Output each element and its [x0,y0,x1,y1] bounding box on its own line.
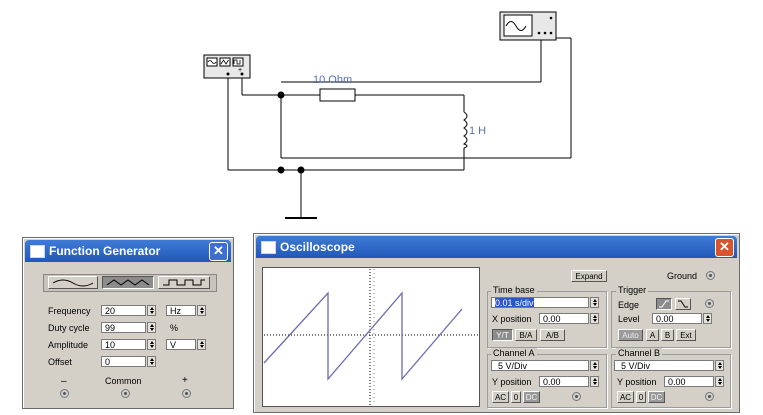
inductor-label: 1 H [469,125,486,137]
triangle-wave-button[interactable] [102,276,154,289]
function-generator-instrument-icon[interactable]: + [203,54,251,79]
channel-b-zero-button[interactable]: 0 [636,391,646,403]
oscilloscope-title: Oscilloscope [280,240,355,254]
ab-mode-button[interactable]: A/B [540,329,565,341]
waveform-selector [43,274,217,292]
offset-label: Offset [48,357,72,367]
channel-b-y-position-input[interactable]: 0.00 [664,376,714,387]
rising-edge-icon [659,300,669,308]
trigger-terminal[interactable] [705,299,714,308]
amplitude-unit-spinner[interactable] [197,339,206,350]
oscilloscope-window: Oscilloscope ✕ Expand Ground Time base 0… [253,233,740,413]
common-terminal-label: Common [105,376,142,386]
channel-a-zero-button[interactable]: 0 [511,391,521,403]
x-position-spinner[interactable] [590,313,599,324]
x-position-label: X position [492,314,532,324]
svg-text:+: + [238,67,242,74]
level-input[interactable]: 0.00 [652,313,702,324]
oscilloscope-screen [262,267,480,407]
triangle-wave-icon [106,279,150,286]
amplitude-unit-select[interactable]: V [166,339,196,350]
duty-cycle-spinner[interactable] [147,322,156,333]
function-generator-titlebar[interactable]: Function Generator ✕ [25,240,231,262]
ba-mode-button[interactable]: B/A [515,329,537,341]
resistor-component[interactable] [319,88,356,102]
common-terminal[interactable] [121,389,130,398]
channel-a-y-position-spinner[interactable] [590,376,599,387]
offset-input[interactable]: 0 [101,356,146,367]
falling-edge-icon [678,300,688,308]
channel-b-title: Channel B [616,348,663,358]
channel-a-ac-button[interactable]: AC [492,391,509,403]
oscilloscope-instrument-icon[interactable] [499,11,557,41]
circuit-wires [227,37,572,219]
window-icon [261,241,276,254]
channel-b-scale-input[interactable]: 5 V/Div [614,360,714,371]
plus-terminal-label: + [182,375,188,386]
minus-terminal[interactable] [60,389,69,398]
duty-cycle-input[interactable]: 99 [101,322,146,333]
junction-dot [277,166,285,174]
amplitude-spinner[interactable] [147,339,156,350]
sine-wave-button[interactable] [48,276,98,289]
frequency-unit-select[interactable]: Hz [166,305,196,316]
channel-b-ac-button[interactable]: AC [617,391,634,403]
offset-spinner[interactable] [147,356,156,367]
frequency-input[interactable]: 20 [101,305,146,316]
amplitude-label: Amplitude [48,340,89,350]
window-icon [30,245,45,258]
trigger-ext-button[interactable]: Ext [676,329,696,341]
channel-a-scale-input[interactable]: 5 V/Div [491,360,589,371]
square-wave-button[interactable] [158,276,210,289]
ground-terminal[interactable] [706,271,715,280]
duty-cycle-label: Duty cycle [48,323,90,333]
close-icon[interactable]: ✕ [209,242,228,261]
square-wave-icon [163,279,205,286]
channel-b-terminal[interactable] [705,392,714,401]
frequency-label: Frequency [48,306,91,316]
sine-wave-icon [52,279,94,287]
falling-edge-button[interactable] [675,298,691,310]
yt-mode-button[interactable]: Y/T [492,329,513,341]
ground-label: Ground [667,271,698,281]
duty-cycle-unit: % [170,323,179,333]
level-spinner[interactable] [703,313,712,324]
close-icon[interactable]: ✕ [715,238,734,257]
edge-label: Edge [618,300,640,310]
channel-a-title: Channel A [491,348,537,358]
trigger-a-button[interactable]: A [646,329,659,341]
trigger-title: Trigger [616,285,649,295]
channel-a-terminal[interactable] [572,392,581,401]
channel-b-y-position-label: Y position [617,377,657,387]
x-position-input[interactable]: 0.00 [539,313,589,324]
minus-terminal-label: – [61,376,67,387]
frequency-unit-spinner[interactable] [197,305,206,316]
level-label: Level [618,314,640,324]
expand-button[interactable]: Expand [571,270,607,282]
time-base-input[interactable]: 0.01 s/div [491,297,589,308]
plus-terminal[interactable] [182,389,191,398]
channel-a-dc-button[interactable]: DC [523,391,540,403]
function-generator-window: Function Generator ✕ Frequency 20 Hz Dut… [22,237,234,409]
channel-a-y-position-label: Y position [492,377,532,387]
time-base-title: Time base [491,285,537,295]
channel-a-y-position-input[interactable]: 0.00 [539,376,589,387]
function-generator-title: Function Generator [49,244,161,258]
rising-edge-button[interactable] [656,298,672,310]
frequency-spinner[interactable] [147,305,156,316]
circuit-schematic: + 10 Ohm 1 H [203,11,572,219]
inductor-component[interactable] [462,111,468,149]
channel-b-dc-button[interactable]: DC [648,391,665,403]
resistor-label: 10 Ohm [313,74,352,86]
oscilloscope-titlebar[interactable]: Oscilloscope ✕ [256,236,737,258]
trigger-auto-button[interactable]: Auto [618,329,643,341]
channel-a-scale-spinner[interactable] [590,360,599,371]
junction-dot [277,91,285,99]
channel-b-y-position-spinner[interactable] [715,376,724,387]
amplitude-input[interactable]: 10 [101,339,146,350]
channel-b-scale-spinner[interactable] [715,360,724,371]
time-base-spinner[interactable] [590,297,599,308]
junction-dot [297,166,305,174]
trigger-b-button[interactable]: B [661,329,674,341]
